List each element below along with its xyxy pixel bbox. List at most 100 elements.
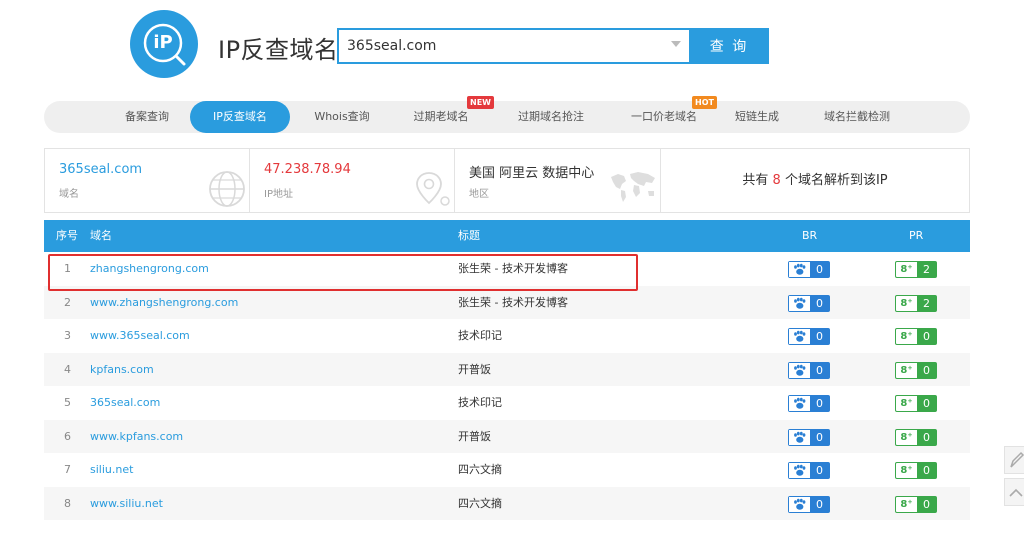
header-br: BR (802, 229, 818, 242)
pencil-icon (1010, 451, 1024, 468)
paw-icon (789, 429, 810, 445)
header-num: 序号 (56, 229, 78, 242)
br-badge[interactable]: 0 (788, 328, 830, 345)
paw-icon (789, 496, 810, 512)
region-card: 美国 阿里云 数据中心 地区 (455, 149, 661, 212)
row-title: 四六文摘 (458, 463, 502, 476)
region-label: 地区 (469, 189, 489, 200)
nav-item-label: IP反查域名 (213, 110, 267, 123)
br-badge[interactable]: 0 (788, 395, 830, 412)
summary-prefix: 共有 (742, 173, 769, 188)
google-plus-icon: 8⁺ (900, 431, 913, 443)
br-badge[interactable]: 0 (788, 462, 830, 479)
google-plus-icon: 8⁺ (900, 331, 913, 342)
table-row: 7 siliu.net 四六文摘 0 8⁺ 0 (44, 453, 970, 487)
nav-item-label: 备案查询 (125, 110, 169, 123)
table-row: 2 www.zhangshengrong.com 张生荣 - 技术开发博客 0 8⁺ 2 (44, 285, 970, 320)
br-value: 0 (810, 463, 829, 478)
pr-badge[interactable]: 8⁺ 0 (895, 462, 937, 479)
ip-label: IP地址 (264, 189, 293, 200)
row-domain-link[interactable]: www.zhangshengrong.com (90, 286, 238, 320)
row-num: 7 (64, 463, 71, 476)
nav-item-icp[interactable]: 备案查询 (102, 101, 192, 133)
pr-badge[interactable]: 8⁺ 0 (895, 395, 937, 412)
pr-badge[interactable]: 8⁺ 2 (895, 261, 937, 278)
logo-text: iP (153, 32, 173, 53)
row-title: 开普饭 (458, 362, 491, 376)
nav-item-expired-backorder[interactable]: 过期域名抢注 (496, 101, 606, 133)
domain-label: 域名 (59, 189, 79, 200)
table-row: 1 zhangshengrong.com 张生荣 - 技术开发博客 0 8⁺ 2 (44, 252, 970, 286)
pr-badge[interactable]: 8⁺ 0 (895, 361, 937, 379)
back-to-top-tool[interactable] (1004, 478, 1024, 506)
row-domain-link[interactable]: kpfans.com (90, 353, 154, 387)
ip-value: 47.238.78.94 (264, 162, 351, 177)
nav-item-ip-reverse[interactable]: IP反查域名 (190, 101, 290, 133)
google-plus-icon: 8⁺ (900, 364, 913, 376)
nav-item-label: 过期域名抢注 (518, 110, 584, 123)
summary-suffix: 个域名解析到该IP (784, 173, 888, 188)
row-title: 张生荣 - 技术开发博客 (458, 262, 568, 275)
row-num: 4 (64, 362, 71, 376)
row-domain-link[interactable]: 365seal.com (90, 386, 160, 420)
row-num: 8 (64, 496, 71, 510)
site-logo[interactable]: iP (130, 10, 198, 78)
pr-value: 2 (917, 295, 936, 311)
br-badge[interactable]: 0 (788, 495, 830, 513)
br-value: 0 (810, 295, 829, 311)
paw-icon (789, 396, 810, 411)
search-button[interactable]: 查 询 (689, 28, 769, 64)
row-domain-link[interactable]: www.kpfans.com (90, 420, 183, 454)
ip-card: 47.238.78.94 IP地址 (250, 149, 455, 212)
globe-icon (209, 171, 245, 207)
new-badge: NEW (467, 96, 494, 109)
br-badge[interactable]: 0 (788, 261, 830, 278)
pr-badge[interactable]: 8⁺ 0 (895, 428, 937, 446)
search-box (337, 28, 689, 64)
row-domain-link[interactable]: www.365seal.com (90, 319, 190, 353)
row-num: 1 (64, 262, 71, 275)
hot-badge: HOT (692, 96, 717, 109)
table-row: 3 www.365seal.com 技术印记 0 8⁺ 0 (44, 319, 970, 353)
google-plus-icon: 8⁺ (900, 297, 913, 309)
nav-item-label: 一口价老域名 (631, 110, 697, 123)
page-title: IP反查域名 (218, 36, 339, 64)
pr-badge[interactable]: 8⁺ 0 (895, 328, 937, 345)
header-pr: PR (909, 229, 924, 242)
nav-item-short-link[interactable]: 短链生成 (720, 101, 794, 133)
pr-badge[interactable]: 8⁺ 2 (895, 294, 937, 312)
paw-icon (789, 463, 810, 478)
pr-value: 0 (917, 463, 936, 478)
chevron-down-icon[interactable] (671, 41, 681, 47)
main-nav: 备案查询 IP反查域名 Whois查询 过期老域名 NEW 过期域名抢注 一口价… (44, 96, 970, 133)
edit-tool[interactable] (1004, 446, 1024, 474)
row-domain-link[interactable]: zhangshengrong.com (90, 252, 209, 286)
location-pin-icon (416, 172, 450, 206)
row-title: 技术印记 (458, 329, 502, 342)
pr-value: 0 (917, 329, 936, 344)
br-value: 0 (810, 396, 829, 411)
nav-item-label: 过期老域名 (413, 110, 469, 123)
br-badge[interactable]: 0 (788, 428, 830, 446)
nav-item-expired-domains[interactable]: 过期老域名 NEW (396, 96, 494, 133)
br-badge[interactable]: 0 (788, 294, 830, 312)
nav-item-fixed-price[interactable]: 一口价老域名 HOT (614, 96, 717, 133)
domain-table: 序号 域名 标题 BR PR 1 zhangshengrong.com 张生荣 - … (44, 220, 970, 520)
pr-value: 0 (917, 429, 936, 445)
row-domain-link[interactable]: www.siliu.net (90, 487, 163, 521)
row-num: 3 (64, 329, 71, 342)
pr-badge[interactable]: 8⁺ 0 (895, 495, 937, 513)
row-domain-link[interactable]: siliu.net (90, 453, 133, 487)
table-row: 4 kpfans.com 开普饭 0 8⁺ 0 (44, 352, 970, 387)
search-input[interactable] (347, 30, 657, 62)
row-title: 四六文摘 (458, 496, 502, 510)
nav-item-domain-block-check[interactable]: 域名拦截检测 (812, 101, 902, 133)
chevron-up-icon (1009, 488, 1023, 497)
nav-item-whois[interactable]: Whois查询 (294, 101, 390, 133)
row-title: 技术印记 (458, 396, 502, 409)
br-badge[interactable]: 0 (788, 361, 830, 379)
br-value: 0 (810, 429, 829, 445)
table-body: 1 zhangshengrong.com 张生荣 - 技术开发博客 0 8⁺ 2 2 www.… (44, 252, 970, 520)
domain-count: 8 (772, 173, 781, 188)
pr-value: 2 (917, 262, 936, 277)
